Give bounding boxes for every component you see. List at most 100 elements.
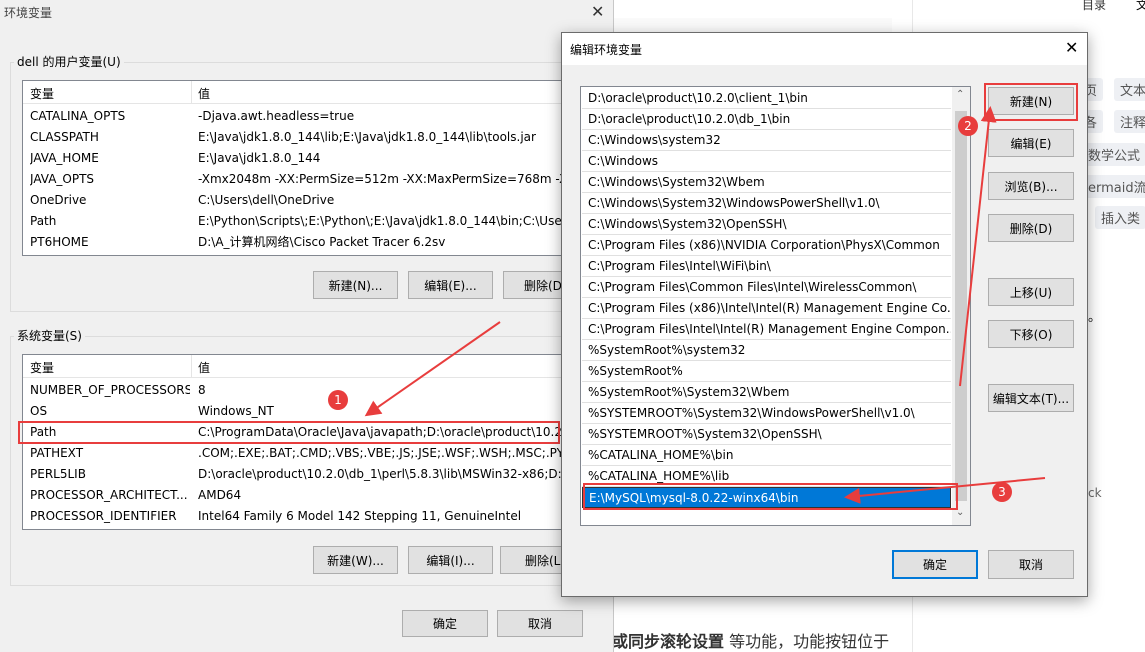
system-vars-header: 变量 值 (23, 355, 613, 378)
user-vars-header: 变量 值 (23, 81, 613, 104)
system-edit-button[interactable]: 编辑(I)... (408, 546, 493, 574)
scroll-thumb[interactable] (955, 111, 967, 501)
user-vars-label: dell 的用户变量(U) (14, 53, 124, 70)
var-name: PATHEXT (30, 446, 84, 460)
annotation-marker-2: 2 (958, 116, 978, 136)
edit-dialog-titlebar[interactable]: 编辑环境变量 ✕ (562, 33, 1087, 65)
list-item[interactable]: %SystemRoot%\system32 (582, 340, 951, 361)
var-name: OS (30, 404, 48, 418)
var-value: D:\A_计算机网络\Cisco Packet Tracer 6.2sv (198, 235, 446, 249)
table-row[interactable]: OneDrive C:\Users\dell\OneDrive (23, 190, 613, 211)
list-item[interactable]: C:\Windows\System32\Wbem (582, 172, 951, 193)
bg-tag-2[interactable]: 注释 (1114, 110, 1145, 133)
list-item[interactable]: D:\oracle\product\10.2.0\client_1\bin (582, 88, 951, 109)
var-value: Windows_NT (198, 404, 274, 418)
col-var-header[interactable]: 变量 (30, 85, 54, 102)
var-value: E:\Python\Scripts\;E:\Python\;E:\Java\jd… (198, 214, 577, 228)
table-row[interactable]: JAVA_HOME E:\Java\jdk1.8.0_144 (23, 148, 613, 169)
var-name: JAVA_HOME (30, 151, 99, 165)
table-row[interactable]: PERL5LIB D:\oracle\product\10.2.0\db_1\pe… (23, 464, 613, 485)
var-value: D:\oracle\product\10.2.0\db_1\perl\5.8.3… (198, 467, 574, 481)
move-down-button[interactable]: 下移(O) (988, 320, 1074, 348)
edit-text-button[interactable]: 编辑文本(T)... (988, 384, 1074, 412)
edit-dialog-title: 编辑环境变量 (570, 43, 643, 57)
var-name: PERL5LIB (30, 467, 86, 481)
edit-env-dialog: 编辑环境变量 ✕ D:\oracle\product\10.2.0\client… (561, 32, 1088, 597)
list-item[interactable]: C:\Windows\System32\OpenSSH\ (582, 214, 951, 235)
table-row[interactable]: CATALINA_OPTS -Djava.awt.headless=true (23, 106, 613, 127)
browse-button[interactable]: 浏览(B)... (988, 172, 1074, 200)
path-list[interactable]: D:\oracle\product\10.2.0\client_1\bin D:… (580, 86, 971, 526)
col-var-header[interactable]: 变量 (30, 359, 54, 376)
edit-delete-button[interactable]: 删除(D) (988, 214, 1074, 242)
list-item[interactable]: %SystemRoot%\System32\Wbem (582, 382, 951, 403)
list-item[interactable]: C:\Windows (582, 151, 951, 172)
col-val-header[interactable]: 值 (198, 359, 210, 376)
table-row[interactable]: JAVA_OPTS -Xmx2048m -XX:PermSize=512m -XX… (23, 169, 613, 190)
system-new-button[interactable]: 新建(W)... (313, 546, 398, 574)
table-row[interactable]: PT6HOME D:\A_计算机网络\Cisco Packet Tracer 6.… (23, 232, 613, 253)
system-vars-label: 系统变量(S) (14, 327, 85, 344)
list-item[interactable]: %SYSTEMROOT%\System32\OpenSSH\ (582, 424, 951, 445)
list-item[interactable]: C:\Windows\System32\WindowsPowerShell\v1… (582, 193, 951, 214)
bg-footer-text: 或同步滚轮设置 等功能，功能按钮位于 (612, 628, 889, 652)
table-row[interactable]: PROCESSOR_IDENTIFIER Intel64 Family 6 Mod… (23, 506, 613, 527)
bg-footer-rest: 等功能，功能按钮位于 (724, 632, 890, 651)
env-dialog-title: 环境变量 (4, 6, 53, 20)
list-item[interactable]: %CATALINA_HOME%\bin (582, 445, 951, 466)
bg-stray-ck: ck (1088, 486, 1102, 500)
table-row[interactable]: NUMBER_OF_PROCESSORS 8 (23, 380, 613, 401)
user-new-button[interactable]: 新建(N)... (313, 271, 398, 299)
close-icon[interactable]: ✕ (591, 2, 604, 21)
list-item[interactable]: D:\oracle\product\10.2.0\db_1\bin (582, 109, 951, 130)
edit-ok-button[interactable]: 确定 (892, 550, 978, 579)
env-ok-button[interactable]: 确定 (402, 610, 488, 637)
edit-cancel-button[interactable]: 取消 (988, 550, 1074, 579)
var-value: AMD64 (198, 488, 242, 502)
list-item[interactable]: C:\Windows\system32 (582, 130, 951, 151)
bg-tag-1[interactable]: 文本 (1114, 78, 1145, 101)
table-row[interactable]: PATHEXT .COM;.EXE;.BAT;.CMD;.VBS;.VBE;.JS… (23, 443, 613, 464)
var-value: C:\Users\dell\OneDrive (198, 193, 335, 207)
table-row[interactable]: Path E:\Python\Scripts\;E:\Python\;E:\Jav… (23, 211, 613, 232)
toc-label[interactable]: 目录 (1082, 0, 1106, 13)
var-name: CATALINA_OPTS (30, 109, 126, 123)
list-item[interactable]: C:\Program Files (x86)\NVIDIA Corporatio… (582, 235, 951, 256)
bg-tag-3[interactable]: 数学公式 (1082, 143, 1145, 166)
var-name: JAVA_OPTS (30, 172, 95, 186)
list-item[interactable]: %SystemRoot% (582, 361, 951, 382)
var-value: E:\Java\jdk1.8.0_144\lib;E:\Java\jdk1.8.… (198, 130, 536, 144)
table-row[interactable]: OS Windows_NT (23, 401, 613, 422)
var-value: -Xmx2048m -XX:PermSize=512m -XX:MaxPermS… (198, 172, 579, 186)
list-item[interactable]: C:\Program Files\Intel\WiFi\bin\ (582, 256, 951, 277)
user-vars-table[interactable]: 变量 值 CATALINA_OPTS -Djava.awt.headless=tr… (22, 80, 614, 256)
var-name: PROCESSOR_ARCHITECT... (30, 488, 188, 502)
bg-stray-dot: 。 (1088, 310, 1102, 325)
highlight-system-path (18, 421, 560, 444)
list-item[interactable]: C:\Program Files (x86)\Intel\Intel(R) Ma… (582, 298, 951, 319)
bg-tag-5[interactable]: 插入类 (1095, 206, 1145, 229)
env-cancel-button[interactable]: 取消 (497, 610, 583, 637)
list-item[interactable]: C:\Program Files\Intel\Intel(R) Manageme… (582, 319, 951, 340)
var-value: 8 (198, 383, 206, 397)
edit-edit-button[interactable]: 编辑(E) (988, 129, 1074, 157)
col-val-header[interactable]: 值 (198, 85, 210, 102)
move-up-button[interactable]: 上移(U) (988, 278, 1074, 306)
edit-new-button[interactable]: 新建(N) (988, 87, 1074, 115)
list-item[interactable]: %SYSTEMROOT%\System32\WindowsPowerShell\… (582, 403, 951, 424)
var-value: Intel64 Family 6 Model 142 Stepping 11, … (198, 509, 522, 523)
list-item[interactable]: C:\Program Files\Common Files\Intel\Wire… (582, 277, 951, 298)
annotation-marker-3: 3 (992, 482, 1012, 502)
close-icon[interactable]: ✕ (1065, 38, 1078, 57)
table-row[interactable]: PROCESSOR_ARCHITECT... AMD64 (23, 485, 613, 506)
var-name: OneDrive (30, 193, 87, 207)
bg-tag-4[interactable]: ermaid流 (1082, 175, 1145, 198)
annotation-marker-1: 1 (328, 390, 348, 410)
user-edit-button[interactable]: 编辑(E)... (408, 271, 493, 299)
var-value: E:\Java\jdk1.8.0_144 (198, 151, 321, 165)
var-name: PT6HOME (30, 235, 89, 249)
scrollbar[interactable]: ⌃ ⌄ (952, 87, 970, 525)
scroll-up-icon[interactable]: ⌃ (956, 89, 964, 100)
var-name: Path (30, 214, 57, 228)
table-row[interactable]: CLASSPATH E:\Java\jdk1.8.0_144\lib;E:\Jav… (23, 127, 613, 148)
